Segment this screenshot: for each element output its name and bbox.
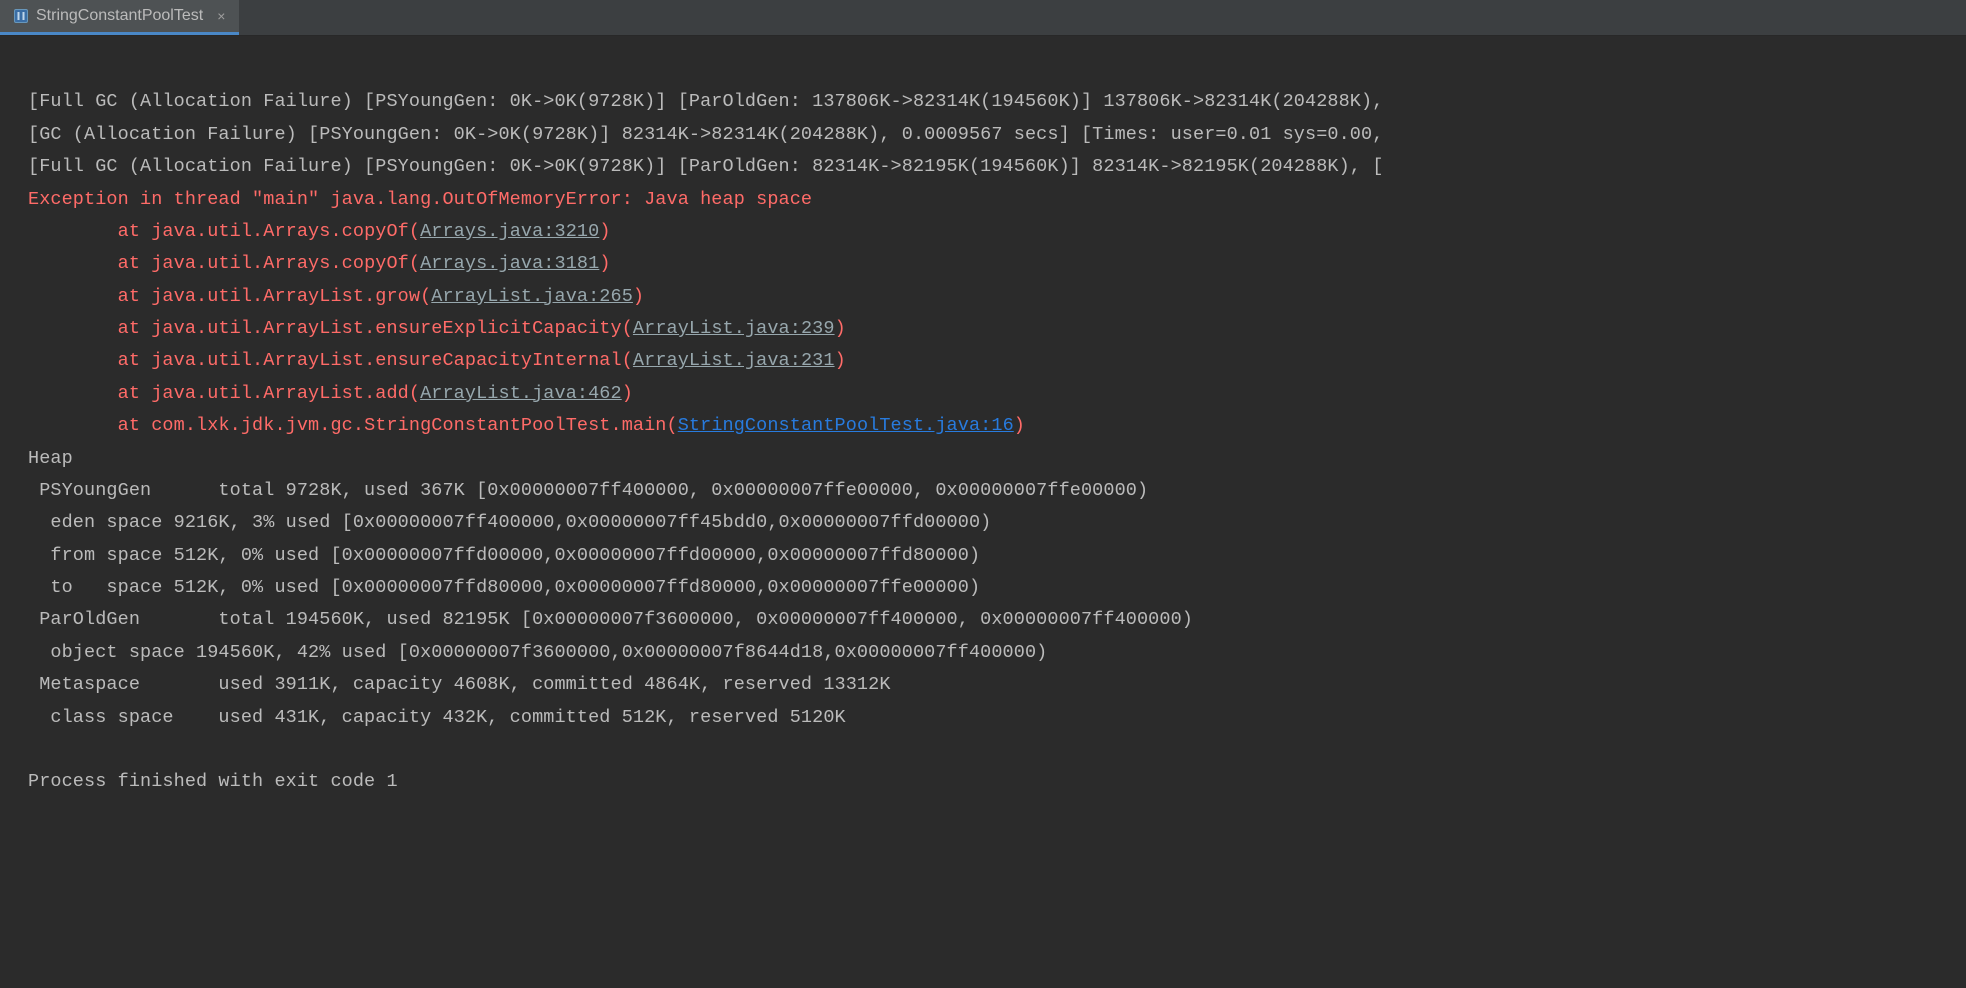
console-output[interactable]: [Full GC (Allocation Failure) [PSYoungGe…: [0, 36, 1966, 799]
close-icon[interactable]: ×: [217, 4, 225, 29]
tab-title: StringConstantPoolTest: [36, 2, 203, 30]
stack-frame: at com.lxk.jdk.jvm.gc.StringConstantPool…: [28, 415, 678, 436]
heap-line: object space 194560K, 42% used [0x000000…: [28, 642, 1047, 663]
exit-line: Process finished with exit code 1: [28, 771, 398, 792]
gc-line: [Full GC (Allocation Failure) [PSYoungGe…: [28, 156, 1383, 177]
source-link[interactable]: ArrayList.java:239: [633, 318, 835, 339]
heap-line: Metaspace used 3911K, capacity 4608K, co…: [28, 674, 891, 695]
heap-line: ParOldGen total 194560K, used 82195K [0x…: [28, 609, 1193, 630]
gc-line: [GC (Allocation Failure) [PSYoungGen: 0K…: [28, 124, 1383, 145]
heap-line: Heap: [28, 448, 73, 469]
source-link[interactable]: ArrayList.java:231: [633, 350, 835, 371]
heap-line: PSYoungGen total 9728K, used 367K [0x000…: [28, 480, 1148, 501]
tab-bar: StringConstantPoolTest ×: [0, 0, 1966, 36]
source-link[interactable]: ArrayList.java:462: [420, 383, 622, 404]
source-link[interactable]: StringConstantPoolTest.java:16: [678, 415, 1014, 436]
heap-dump: Heap PSYoungGen total 9728K, used 367K […: [28, 448, 1193, 728]
stack-frame: at java.util.ArrayList.ensureExplicitCap…: [28, 318, 633, 339]
source-link[interactable]: Arrays.java:3181: [420, 253, 599, 274]
stack-frame: at java.util.ArrayList.ensureCapacityInt…: [28, 350, 633, 371]
heap-line: to space 512K, 0% used [0x00000007ffd800…: [28, 577, 980, 598]
stack-frame: at java.util.ArrayList.grow(: [28, 286, 431, 307]
source-link[interactable]: Arrays.java:3210: [420, 221, 599, 242]
stack-frame: at java.util.Arrays.copyOf(: [28, 221, 420, 242]
stack-trace: at java.util.Arrays.copyOf(Arrays.java:3…: [28, 221, 1025, 436]
heap-line: class space used 431K, capacity 432K, co…: [28, 707, 846, 728]
stack-frame: at java.util.Arrays.copyOf(: [28, 253, 420, 274]
stack-frame: at java.util.ArrayList.add(: [28, 383, 420, 404]
heap-line: eden space 9216K, 3% used [0x00000007ff4…: [28, 512, 991, 533]
tab-run-config[interactable]: StringConstantPoolTest ×: [0, 0, 239, 35]
run-tab-icon: [14, 9, 28, 23]
heap-line: from space 512K, 0% used [0x00000007ffd0…: [28, 545, 980, 566]
exception-line: Exception in thread "main" java.lang.Out…: [28, 189, 812, 210]
source-link[interactable]: ArrayList.java:265: [431, 286, 633, 307]
gc-line: [Full GC (Allocation Failure) [PSYoungGe…: [28, 91, 1383, 112]
